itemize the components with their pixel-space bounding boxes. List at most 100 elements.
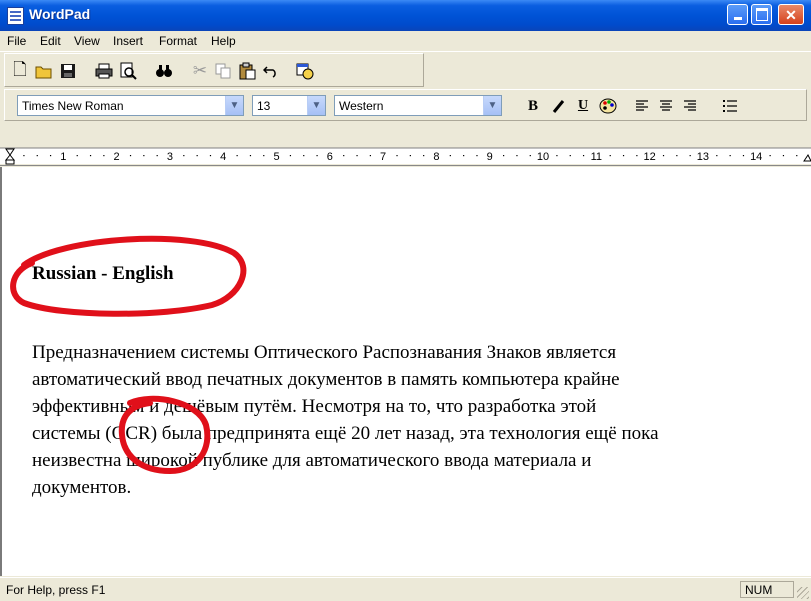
- standard-toolbar: 🗋 ✂: [4, 53, 424, 87]
- ruler-dot: [49, 155, 52, 157]
- ruler-dot: [103, 155, 105, 157]
- new-document-icon[interactable]: 🗋: [9, 60, 31, 82]
- close-button[interactable]: ✕: [778, 4, 804, 25]
- close-icon: ✕: [785, 6, 797, 23]
- color-palette-icon[interactable]: [598, 96, 618, 116]
- left-indent-marker[interactable]: [5, 159, 15, 165]
- ruler-dot: [742, 155, 745, 157]
- ruler-dot: [209, 155, 212, 157]
- bullets-icon[interactable]: [720, 96, 740, 116]
- ruler-dot: [263, 155, 265, 157]
- italic-button[interactable]: [548, 96, 568, 116]
- chevron-down-icon[interactable]: ▼: [307, 96, 325, 115]
- ruler-tick-label: 12: [643, 151, 655, 163]
- underline-button[interactable]: U: [573, 96, 593, 116]
- menu-format[interactable]: Format: [159, 34, 197, 48]
- undo-icon[interactable]: [260, 60, 282, 82]
- font-value: Times New Roman: [22, 99, 124, 113]
- ruler-tick-label: 5: [273, 151, 279, 163]
- paragraph-line[interactable]: неизвестна широкой публике для автоматич…: [32, 447, 802, 474]
- paragraph-line[interactable]: автоматический ввод печатных документов …: [32, 366, 802, 393]
- save-disk-icon[interactable]: [57, 60, 79, 82]
- ruler-dot: [569, 155, 571, 157]
- ruler-dot: [129, 155, 132, 157]
- print-preview-icon[interactable]: [117, 60, 139, 82]
- paragraph-line[interactable]: документов.: [32, 474, 802, 501]
- menu-view[interactable]: View: [74, 34, 100, 48]
- ruler-dot: [196, 155, 198, 157]
- ruler-dot: [303, 155, 305, 157]
- cut-icon[interactable]: ✂: [189, 60, 211, 82]
- chevron-down-icon[interactable]: ▼: [483, 96, 501, 115]
- ruler-dot: [516, 155, 518, 157]
- maximize-button[interactable]: [751, 4, 772, 25]
- ruler-tick-label: 11: [591, 151, 602, 163]
- ruler-dot: [156, 155, 158, 157]
- ruler-dot: [409, 155, 411, 157]
- ruler-tick-label: 4: [220, 151, 226, 163]
- copy-icon[interactable]: [212, 60, 234, 82]
- ruler-dot: [249, 155, 252, 157]
- bold-button[interactable]: B: [523, 96, 543, 116]
- ruler-dot: [503, 155, 505, 157]
- num-lock-indicator: NUM: [740, 581, 794, 598]
- ruler-dot: [716, 155, 718, 157]
- ruler-dot: [316, 155, 318, 157]
- font-size-combobox[interactable]: 13 ▼: [252, 95, 326, 116]
- ruler-dot: [23, 155, 25, 157]
- menu-edit[interactable]: Edit: [40, 34, 61, 48]
- ruler-tick-label: 8: [433, 151, 439, 163]
- ruler-dot: [782, 155, 785, 157]
- ruler-dot: [662, 155, 665, 157]
- print-icon[interactable]: [93, 60, 115, 82]
- ruler-dot: [143, 155, 145, 157]
- resize-grip-icon[interactable]: [797, 587, 809, 599]
- ruler-strip: [0, 148, 811, 164]
- ruler-dot: [689, 155, 691, 157]
- ruler-dot: [343, 155, 345, 157]
- ruler-dot: [796, 155, 798, 157]
- document-area[interactable]: Russian - English Предназначением систем…: [0, 167, 811, 576]
- insert-date-time-icon[interactable]: [294, 60, 316, 82]
- align-right-icon[interactable]: [680, 96, 700, 116]
- chevron-down-icon[interactable]: ▼: [225, 96, 243, 115]
- ruler-tick-label: 2: [114, 151, 120, 163]
- menu-help[interactable]: Help: [211, 34, 236, 48]
- document-heading[interactable]: Russian - English: [32, 263, 174, 285]
- font-combobox[interactable]: Times New Roman ▼: [17, 95, 244, 116]
- document-paragraph[interactable]: Предназначением системы Оптического Расп…: [32, 339, 802, 501]
- open-folder-icon[interactable]: [33, 60, 55, 82]
- script-value: Western: [339, 99, 384, 113]
- align-left-icon[interactable]: [632, 96, 652, 116]
- menu-bar: File Edit View Insert Format Help: [0, 31, 811, 52]
- ruler-dot: [636, 155, 638, 157]
- ruler-tick-label: 7: [380, 151, 386, 163]
- paragraph-line[interactable]: системы (OCR) была предпринята ещё 20 ле…: [32, 420, 802, 447]
- ruler-dot: [36, 155, 38, 157]
- ruler-tick-label: 1: [60, 151, 66, 163]
- status-bar: For Help, press F1 NUM: [0, 577, 811, 601]
- ruler-dot: [676, 155, 678, 157]
- paste-icon[interactable]: [236, 60, 258, 82]
- ruler[interactable]: 1 2 3 4 5 6 7 8 9 10 11 12 13 14: [0, 122, 811, 166]
- minimize-button[interactable]: [727, 4, 748, 25]
- ruler-dot: [369, 155, 371, 157]
- align-center-icon[interactable]: [656, 96, 676, 116]
- status-help-text: For Help, press F1: [6, 583, 106, 597]
- script-combobox[interactable]: Western ▼: [334, 95, 502, 116]
- ruler-dot: [582, 155, 585, 157]
- paragraph-line[interactable]: эффективным и дешёвым путём. Несмотря на…: [32, 393, 802, 420]
- ruler-dot: [769, 155, 771, 157]
- menu-file[interactable]: File: [7, 34, 26, 48]
- ruler-scale: 1 2 3 4 5 6 7 8 9 10 11 12 13 14: [0, 147, 811, 165]
- ruler-dot: [76, 155, 78, 157]
- ruler-dot: [529, 155, 531, 157]
- title-bar[interactable]: WordPad ✕: [0, 0, 811, 31]
- find-binoculars-icon[interactable]: [153, 60, 175, 82]
- wordpad-icon[interactable]: [7, 7, 24, 25]
- menu-insert[interactable]: Insert: [113, 34, 143, 48]
- paragraph-line[interactable]: Предназначением системы Оптического Расп…: [32, 339, 802, 366]
- maximize-icon: [755, 8, 768, 21]
- ruler-tick-label: 13: [697, 151, 709, 163]
- ruler-dot: [183, 155, 185, 157]
